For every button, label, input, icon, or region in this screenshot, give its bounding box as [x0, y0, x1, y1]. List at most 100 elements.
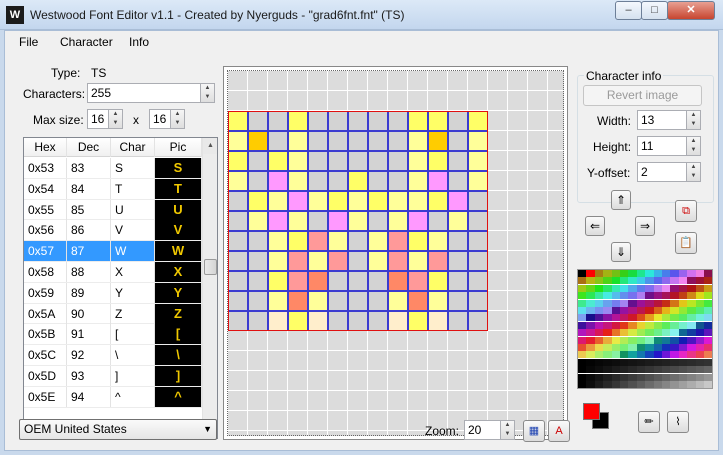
- palette-swatch[interactable]: [695, 366, 704, 374]
- shift-left-button[interactable]: ⇐: [585, 216, 605, 236]
- palette-swatch[interactable]: [603, 381, 612, 388]
- palette-swatch[interactable]: [695, 321, 704, 329]
- palette-swatch[interactable]: [636, 284, 646, 292]
- palette-swatch[interactable]: [662, 321, 671, 329]
- palette-swatch[interactable]: [603, 366, 612, 374]
- color-palette[interactable]: [577, 269, 713, 389]
- palette-swatch[interactable]: [687, 292, 696, 300]
- palette-swatch[interactable]: [636, 351, 646, 359]
- max-width-input[interactable]: 16: [87, 109, 109, 129]
- palette-swatch[interactable]: [695, 351, 704, 359]
- palette-swatch[interactable]: [628, 373, 637, 381]
- palette-swatch[interactable]: [594, 344, 604, 351]
- palette-swatch[interactable]: [662, 336, 671, 344]
- palette-swatch[interactable]: [594, 321, 604, 329]
- palette-swatch[interactable]: [628, 351, 637, 359]
- palette-swatch[interactable]: [636, 366, 646, 374]
- palette-swatch[interactable]: [611, 351, 620, 359]
- palette-swatch[interactable]: [678, 314, 688, 322]
- palette-swatch[interactable]: [678, 351, 688, 359]
- palette-swatch[interactable]: [695, 344, 704, 351]
- palette-swatch[interactable]: [678, 292, 688, 300]
- palette-swatch[interactable]: [586, 381, 595, 388]
- palette-swatch[interactable]: [687, 284, 696, 292]
- palette-swatch[interactable]: [620, 373, 629, 381]
- palette-swatch[interactable]: [578, 344, 587, 351]
- palette-swatch[interactable]: [628, 314, 637, 322]
- pencil-icon[interactable]: ✏: [638, 411, 660, 433]
- palette-swatch[interactable]: [687, 314, 696, 322]
- palette-swatch[interactable]: [678, 373, 688, 381]
- palette-swatch[interactable]: [653, 329, 662, 337]
- palette-swatch[interactable]: [695, 314, 704, 322]
- palette-swatch[interactable]: [653, 366, 662, 374]
- revert-image-button[interactable]: Revert image: [583, 85, 702, 106]
- palette-swatch[interactable]: [662, 351, 671, 359]
- character-table[interactable]: Hex Dec Char Pic 0x53 83 S S 0x54 84 T T 0x55 85 U…: [23, 137, 218, 439]
- table-row[interactable]: 0x53 83 S S: [24, 158, 202, 179]
- palette-swatch[interactable]: [620, 299, 629, 307]
- palette-swatch[interactable]: [695, 292, 704, 300]
- palette-swatch[interactable]: [636, 270, 646, 277]
- palette-swatch[interactable]: [704, 321, 712, 329]
- palette-swatch[interactable]: [611, 329, 620, 337]
- palette-swatch[interactable]: [636, 329, 646, 337]
- palette-swatch[interactable]: [678, 277, 688, 285]
- palette-swatch[interactable]: [628, 321, 637, 329]
- palette-swatch[interactable]: [645, 277, 654, 285]
- palette-swatch[interactable]: [578, 270, 587, 277]
- palette-swatch[interactable]: [704, 284, 712, 292]
- palette-swatch[interactable]: [586, 270, 595, 277]
- palette-swatch[interactable]: [687, 299, 696, 307]
- palette-swatch[interactable]: [603, 344, 612, 351]
- palette-swatch[interactable]: [636, 321, 646, 329]
- header-dec[interactable]: Dec: [67, 138, 111, 157]
- palette-swatch[interactable]: [578, 329, 587, 337]
- palette-swatch[interactable]: [586, 373, 595, 381]
- palette-swatch[interactable]: [594, 270, 604, 277]
- palette-swatch[interactable]: [578, 336, 587, 344]
- palette-swatch[interactable]: [662, 299, 671, 307]
- encoding-dropdown[interactable]: OEM United States ▼: [19, 419, 217, 440]
- color-picker-icon[interactable]: ⌇: [667, 411, 689, 433]
- glyph-editor-canvas[interactable]: [227, 70, 564, 436]
- palette-swatch[interactable]: [586, 358, 595, 366]
- palette-swatch[interactable]: [653, 373, 662, 381]
- palette-swatch[interactable]: [670, 373, 679, 381]
- palette-swatch[interactable]: [645, 292, 654, 300]
- palette-swatch[interactable]: [594, 307, 604, 314]
- palette-swatch[interactable]: [687, 351, 696, 359]
- palette-swatch[interactable]: [695, 299, 704, 307]
- max-height-spinner[interactable]: ▲ ▼: [170, 109, 185, 129]
- table-row[interactable]: 0x5E 94 ^ ^: [24, 386, 202, 408]
- palette-swatch[interactable]: [670, 299, 679, 307]
- palette-swatch[interactable]: [662, 329, 671, 337]
- palette-swatch[interactable]: [687, 329, 696, 337]
- palette-swatch[interactable]: [662, 284, 671, 292]
- palette-swatch[interactable]: [653, 299, 662, 307]
- palette-swatch[interactable]: [645, 344, 654, 351]
- shift-right-button[interactable]: ⇒: [635, 216, 655, 236]
- palette-swatch[interactable]: [611, 314, 620, 322]
- palette-swatch[interactable]: [611, 284, 620, 292]
- header-hex[interactable]: Hex: [24, 138, 67, 157]
- palette-swatch[interactable]: [678, 358, 688, 366]
- palette-swatch[interactable]: [645, 307, 654, 314]
- minimize-button[interactable]: –: [615, 1, 642, 20]
- palette-swatch[interactable]: [620, 351, 629, 359]
- palette-swatch[interactable]: [678, 284, 688, 292]
- palette-swatch[interactable]: [645, 336, 654, 344]
- palette-swatch[interactable]: [636, 307, 646, 314]
- palette-swatch[interactable]: [653, 358, 662, 366]
- maximize-button[interactable]: □: [641, 1, 668, 20]
- palette-swatch[interactable]: [611, 358, 620, 366]
- palette-swatch[interactable]: [695, 329, 704, 337]
- palette-swatch[interactable]: [653, 351, 662, 359]
- palette-swatch[interactable]: [620, 314, 629, 322]
- palette-swatch[interactable]: [678, 321, 688, 329]
- palette-swatch[interactable]: [645, 284, 654, 292]
- characters-input[interactable]: 255: [87, 83, 201, 103]
- menu-info[interactable]: Info: [129, 35, 149, 49]
- palette-swatch[interactable]: [586, 344, 595, 351]
- palette-swatch[interactable]: [653, 307, 662, 314]
